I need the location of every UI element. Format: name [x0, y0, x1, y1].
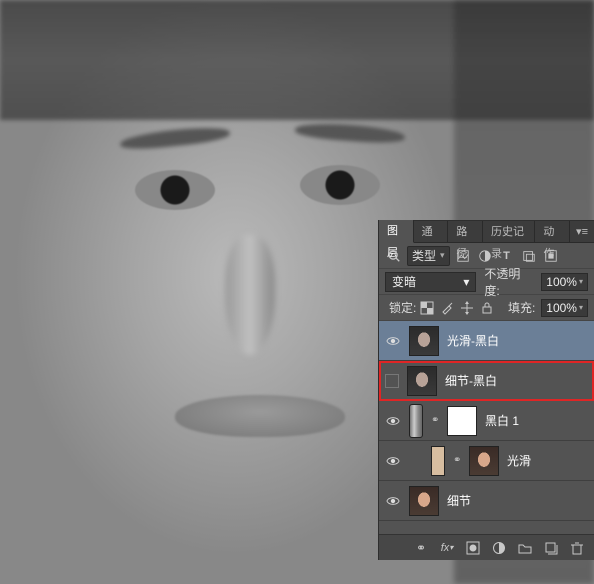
layer-name[interactable]: 光滑 [507, 452, 531, 469]
visibility-toggle[interactable] [385, 453, 401, 469]
fill-label: 填充: [508, 299, 535, 316]
image-region [175, 395, 345, 437]
image-region [295, 121, 406, 145]
visibility-toggle[interactable] [385, 493, 401, 509]
layer-panel-footer: ⚭ fx▾ [379, 534, 594, 560]
layer-row[interactable]: ⚭ 黑白 1 [379, 401, 594, 441]
fill-adjust-icon[interactable] [490, 539, 508, 557]
new-layer-icon[interactable] [542, 539, 560, 557]
layer-name[interactable]: 黑白 1 [485, 412, 519, 429]
tab-actions[interactable]: 动作 [535, 221, 570, 243]
lock-paint-icon[interactable] [440, 301, 454, 315]
layer-thumbnail[interactable] [409, 486, 439, 516]
tab-channels[interactable]: 通道 [414, 221, 449, 243]
layers-panel: 图层 通道 路径 历史记录 动作 ▾≡ 类型 ▾ T 变暗 ▾ 不透明度: 10… [378, 220, 594, 560]
chevron-down-icon: ▾ [440, 250, 445, 261]
opacity-value: 100% [546, 275, 577, 289]
visibility-toggle[interactable] [385, 374, 399, 388]
layer-row[interactable]: ⚭ 光滑 [379, 441, 594, 481]
link-layers-icon[interactable]: ⚭ [412, 539, 430, 557]
image-region [135, 170, 215, 210]
layer-thumbnail[interactable] [407, 366, 437, 396]
lock-label: 锁定: [389, 299, 416, 316]
fill-input[interactable]: 100% ▾ [541, 299, 588, 317]
panel-menu-icon[interactable]: ▾≡ [570, 225, 594, 238]
layer-thumbnail[interactable] [469, 446, 499, 476]
chevron-down-icon: ▾ [463, 275, 469, 289]
visibility-toggle[interactable] [385, 333, 401, 349]
link-icon[interactable]: ⚭ [431, 415, 439, 426]
filter-adjust-icon[interactable] [476, 248, 494, 264]
image-region [119, 124, 230, 151]
layer-row[interactable]: 细节 [379, 481, 594, 521]
chevron-down-icon: ▾ [579, 303, 583, 312]
mask-thumbnail[interactable] [431, 446, 445, 476]
panel-tabs: 图层 通道 路径 历史记录 动作 ▾≡ [379, 221, 594, 243]
search-icon[interactable] [385, 248, 403, 264]
tab-layers[interactable]: 图层 [379, 220, 414, 243]
filter-text-icon[interactable]: T [498, 248, 516, 264]
layer-row[interactable]: 细节-黑白 [379, 361, 594, 401]
lock-row: 锁定: 填充: 100% ▾ [379, 295, 594, 321]
filter-smart-icon[interactable] [542, 248, 560, 264]
opacity-input[interactable]: 100% ▾ [541, 273, 588, 291]
chevron-down-icon: ▾ [579, 277, 583, 286]
lock-icon-group [420, 301, 494, 315]
image-region [225, 235, 275, 355]
layer-row[interactable]: 光滑-黑白 [379, 321, 594, 361]
image-region [300, 165, 380, 205]
fill-value: 100% [546, 301, 577, 315]
layer-list: 光滑-黑白 细节-黑白 ⚭ 黑白 1 ⚭ 光滑 细节 [379, 321, 594, 534]
layer-thumbnail[interactable] [409, 326, 439, 356]
visibility-toggle[interactable] [385, 413, 401, 429]
layer-name[interactable]: 细节 [447, 492, 471, 509]
layer-name[interactable]: 细节-黑白 [445, 372, 497, 389]
trash-icon[interactable] [568, 539, 586, 557]
tab-paths[interactable]: 路径 [448, 221, 483, 243]
blend-mode-select[interactable]: 变暗 ▾ [385, 272, 476, 292]
lock-transparent-icon[interactable] [420, 301, 434, 315]
filter-kind-label: 类型 [412, 247, 436, 264]
fx-icon[interactable]: fx▾ [438, 539, 456, 557]
filter-shape-icon[interactable] [520, 248, 538, 264]
lock-position-icon[interactable] [460, 301, 474, 315]
blend-row: 变暗 ▾ 不透明度: 100% ▾ [379, 269, 594, 295]
mask-icon[interactable] [464, 539, 482, 557]
opacity-label: 不透明度: [484, 265, 535, 299]
group-icon[interactable] [516, 539, 534, 557]
filter-pixel-icon[interactable] [454, 248, 472, 264]
adjust-thumbnail[interactable] [409, 404, 423, 438]
link-icon[interactable]: ⚭ [453, 455, 461, 466]
layer-name[interactable]: 光滑-黑白 [447, 332, 499, 349]
blend-mode-value: 变暗 [392, 273, 416, 290]
mask-thumbnail[interactable] [447, 406, 477, 436]
filter-kind-select[interactable]: 类型 ▾ [407, 246, 450, 266]
lock-all-icon[interactable] [480, 301, 494, 315]
tab-history[interactable]: 历史记录 [483, 221, 535, 243]
